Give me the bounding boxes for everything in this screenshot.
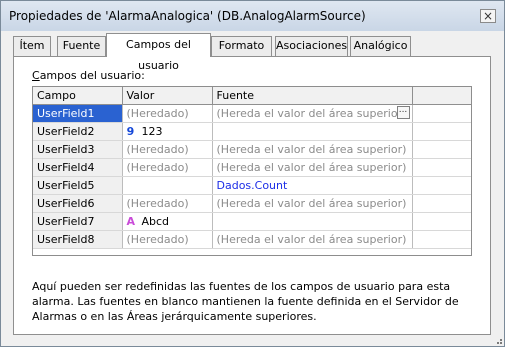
empty-cell <box>412 212 471 231</box>
field-name-cell[interactable]: UserField6 <box>33 194 123 213</box>
resize-grip[interactable] <box>494 336 504 346</box>
section-label-rest: ampos del usuario: <box>39 69 145 82</box>
close-button[interactable]: × <box>480 9 496 23</box>
table-row[interactable]: UserField3 (Heredado) (Hereda el valor d… <box>33 140 471 159</box>
empty-cell <box>412 176 471 195</box>
window-title: Propiedades de 'AlarmaAnalogica' (DB.Ana… <box>9 9 366 23</box>
table-row[interactable]: UserField1 (Heredado) (Hereda el valor d… <box>33 104 471 123</box>
empty-cell <box>412 104 471 123</box>
source-cell[interactable]: Dados.Count <box>212 176 413 195</box>
table-row[interactable]: UserField7 A Abcd <box>33 212 471 231</box>
table-row[interactable]: UserField6 (Heredado) (Hereda el valor d… <box>33 194 471 213</box>
source-cell[interactable]: (Hereda el valor del área superior) <box>212 230 413 249</box>
info-text: Aquí pueden ser redefinidas las fuentes … <box>32 280 459 323</box>
table-row[interactable]: UserField8 (Heredado) (Hereda el valor d… <box>33 230 471 249</box>
value-cell[interactable]: (Heredado) <box>122 104 213 123</box>
tab-analogico[interactable]: Analógico <box>350 36 411 56</box>
field-name-cell[interactable]: UserField1 <box>33 104 123 123</box>
properties-window: Propiedades de 'AlarmaAnalogica' (DB.Ana… <box>0 0 505 347</box>
field-name-cell[interactable]: UserField7 <box>33 212 123 231</box>
source-cell[interactable]: (Hereda el valor del área superior) ... <box>212 104 413 123</box>
column-header-fuente[interactable]: Fuente <box>212 87 413 105</box>
number-value-icon: 9 <box>126 125 135 138</box>
field-name-cell[interactable]: UserField3 <box>33 140 123 159</box>
grip-dot <box>500 342 502 344</box>
tab-campos-del-usuario[interactable]: Campos del usuario <box>106 33 211 72</box>
value-cell[interactable]: (Heredado) <box>122 140 213 159</box>
grip-dot <box>497 342 499 344</box>
source-cell[interactable] <box>212 212 413 231</box>
value-cell[interactable]: (Heredado) <box>122 194 213 213</box>
column-header-campo[interactable]: Campo <box>33 87 123 105</box>
title-bar: Propiedades de 'AlarmaAnalogica' (DB.Ana… <box>1 1 504 31</box>
table-row[interactable]: UserField5 Dados.Count <box>33 176 471 195</box>
tab-panel: Campos del usuario: Campo Valor Fuente U… <box>13 56 491 335</box>
value-cell[interactable]: (Heredado) <box>122 158 213 177</box>
empty-cell <box>412 122 471 141</box>
tab-formato[interactable]: Formato <box>211 36 272 56</box>
user-fields-table: Campo Valor Fuente UserField1 (Heredado)… <box>33 87 471 249</box>
table-row[interactable]: UserField4 (Heredado) (Hereda el valor d… <box>33 158 471 177</box>
source-text: (Hereda el valor del área superior) <box>216 107 407 120</box>
section-label-accelerator: C <box>32 69 40 82</box>
empty-cell <box>412 194 471 213</box>
field-name-cell[interactable]: UserField8 <box>33 230 123 249</box>
column-header-valor[interactable]: Valor <box>122 87 213 105</box>
value-cell[interactable]: 9 123 <box>122 122 213 141</box>
field-name-cell[interactable]: UserField5 <box>33 176 123 195</box>
tab-asociaciones[interactable]: Asociaciones <box>275 36 348 56</box>
empty-cell <box>412 158 471 177</box>
source-cell[interactable]: (Hereda el valor del área superior) <box>212 140 413 159</box>
value-cell[interactable]: (Heredado) <box>122 230 213 249</box>
section-label: Campos del usuario: <box>32 69 145 82</box>
field-name-cell[interactable]: UserField4 <box>33 158 123 177</box>
grip-dot <box>500 339 502 341</box>
source-cell[interactable]: (Hereda el valor del área superior) <box>212 158 413 177</box>
tab-fuente[interactable]: Fuente <box>57 36 106 56</box>
value-cell[interactable]: A Abcd <box>122 212 213 231</box>
user-fields-grid[interactable]: Campo Valor Fuente UserField1 (Heredado)… <box>32 86 472 256</box>
source-cell[interactable] <box>212 122 413 141</box>
value-text: 123 <box>141 125 163 138</box>
tab-item[interactable]: Ítem <box>13 36 51 56</box>
tab-bar: Ítem Fuente Campos del usuario Formato A… <box>13 33 493 72</box>
table-row[interactable]: UserField2 9 123 <box>33 122 471 141</box>
source-cell[interactable]: (Hereda el valor del área superior) <box>212 194 413 213</box>
empty-cell <box>412 230 471 249</box>
column-header-empty <box>412 87 471 105</box>
browse-button[interactable]: ... <box>396 106 410 119</box>
text-value-icon: A <box>126 215 136 228</box>
value-cell[interactable] <box>122 176 213 195</box>
field-name-cell[interactable]: UserField2 <box>33 122 123 141</box>
empty-cell <box>412 140 471 159</box>
value-text: Abcd <box>141 215 170 228</box>
table-header-row: Campo Valor Fuente <box>33 87 471 105</box>
